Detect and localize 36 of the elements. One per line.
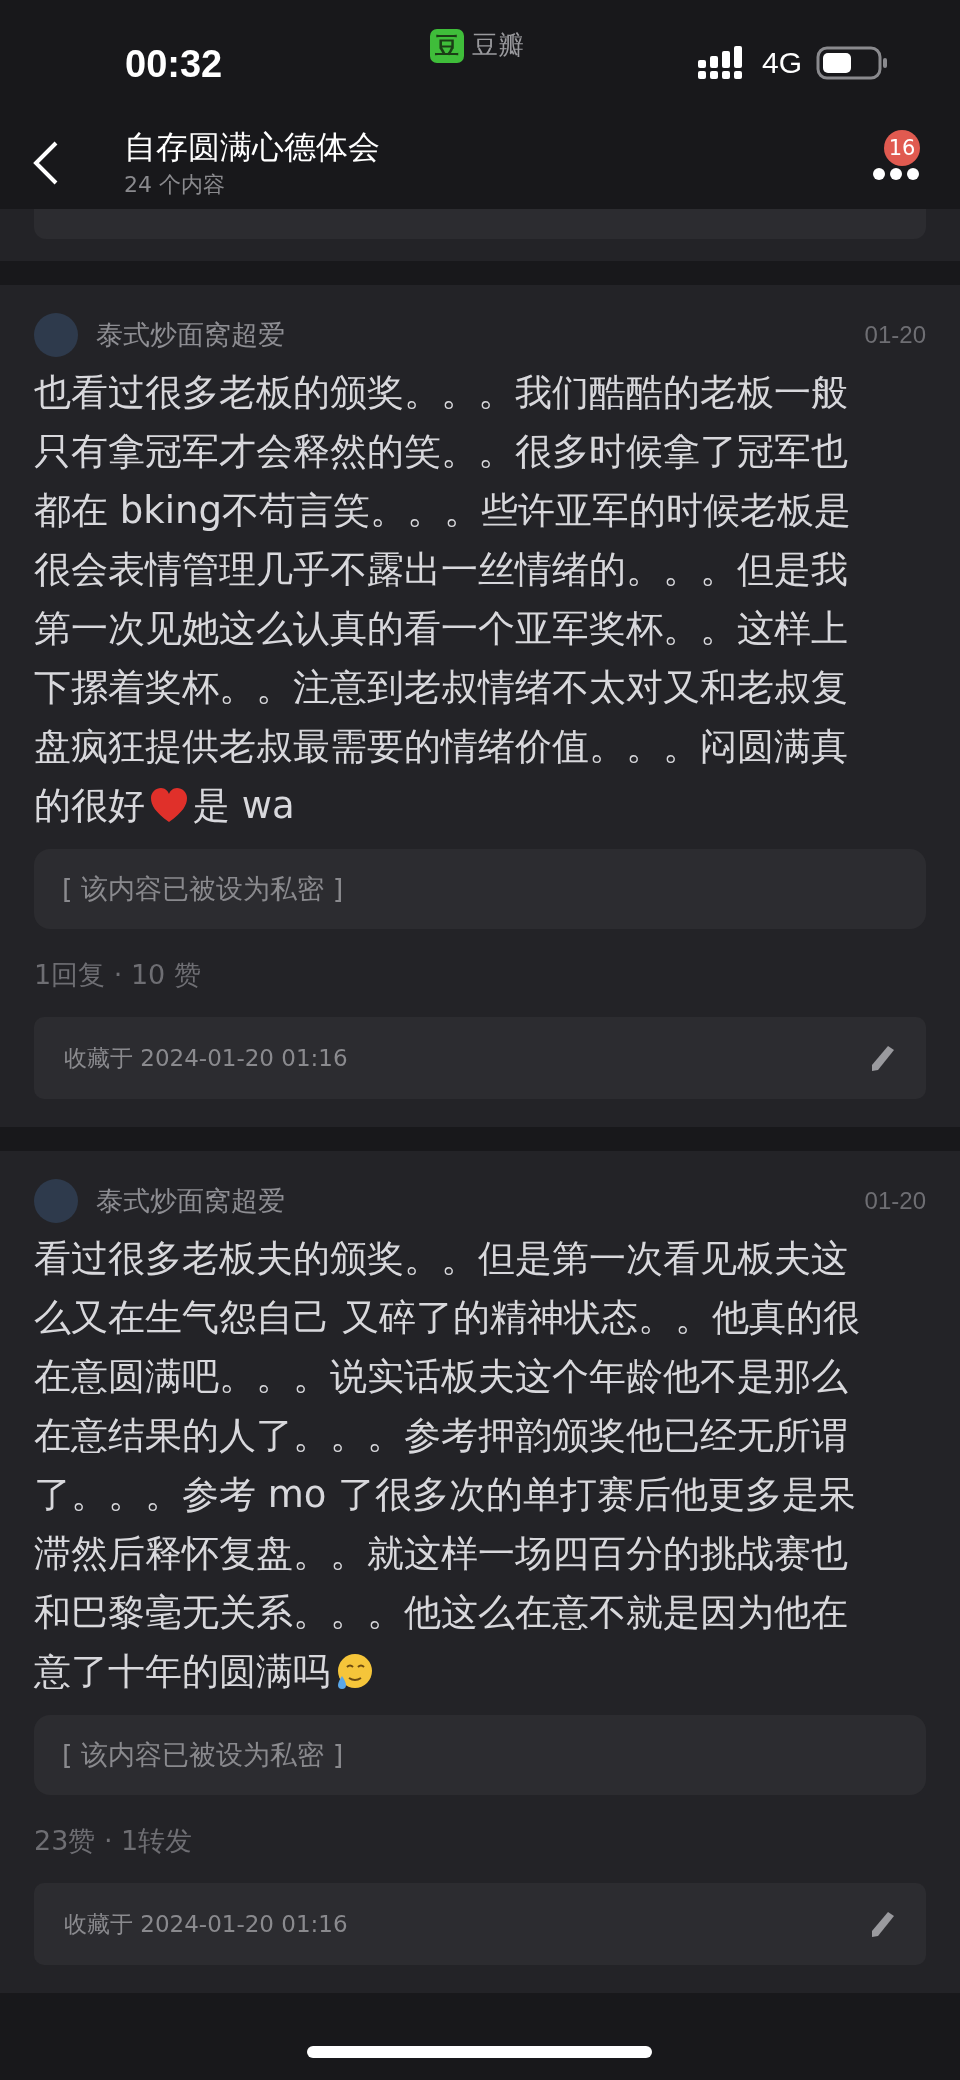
- post-text: 么又在生气怨自己 又碎了的精神状态。。他真的很: [34, 1295, 860, 1341]
- battery-icon: [816, 46, 888, 80]
- post-text: 盘疯狂提供老叔最需要的情绪价值。。。闷圆满真: [34, 724, 848, 770]
- author-name[interactable]: 泰式炒面窝超爱: [96, 317, 285, 353]
- post-text: 看过很多老板夫的颁奖。。但是第一次看见板夫这: [34, 1236, 848, 1282]
- post-text: 也看过很多老板的颁奖。。。我们酷酷的老板一般: [34, 370, 848, 416]
- post-text: 只有拿冠军才会释然的笑。。很多时候拿了冠军也: [34, 429, 848, 475]
- app-name[interactable]: 豆瓣: [472, 28, 524, 63]
- private-notice: [ 该内容已被设为私密 ]: [34, 1715, 926, 1795]
- post-text: 是 wa: [193, 783, 295, 829]
- post-text: 的很好: [34, 783, 145, 829]
- notification-badge: 16: [884, 130, 920, 166]
- post-stats: 23赞 · 1转发: [34, 1824, 193, 1858]
- post-text: 了。。。参考 mo 了很多次的单打赛后他更多是呆: [34, 1472, 857, 1518]
- post-text: 滞然后释怀复盘。。就这样一场四百分的挑战赛也: [34, 1531, 848, 1577]
- collected-time: 收藏于 2024-01-20 01:16: [64, 1909, 348, 1939]
- app-icon[interactable]: 豆: [430, 28, 464, 63]
- post-text: 在意结果的人了。。。参考押韵颁奖他已经无所谓: [34, 1413, 848, 1459]
- post-date: 01-20: [864, 321, 926, 349]
- post-text: 都在 bking不苟言笑。。。些许亚军的时候老板是: [34, 488, 851, 534]
- post-text: 很会表情管理几乎不露出一丝情绪的。。。但是我: [34, 547, 848, 593]
- network-type: 4G: [761, 46, 802, 80]
- post-text: 和巴黎毫无关系。。。他这么在意不就是因为他在: [34, 1590, 848, 1636]
- clock-time: 00:32: [125, 41, 223, 86]
- private-notice: [ 该内容已被设为私密 ]: [34, 849, 926, 929]
- post-text: 下摞着奖杯。。注意到老叔情绪不太对又和老叔复: [34, 665, 848, 711]
- item-count: 24 个内容: [124, 170, 226, 199]
- author-name[interactable]: 泰式炒面窝超爱: [96, 1183, 285, 1219]
- page-title: 自存圆满心德体会: [124, 126, 380, 168]
- more-icon[interactable]: [872, 166, 920, 181]
- collected-time: 收藏于 2024-01-20 01:16: [64, 1043, 348, 1073]
- post-date: 01-20: [864, 1187, 926, 1215]
- post-text: 意了十年的圆满吗: [34, 1649, 330, 1695]
- post-text: 在意圆满吧。。。说实话板夫这个年龄他不是那么: [34, 1354, 848, 1400]
- post-text: 第一次见她这么认真的看一个亚军奖杯。。这样上: [34, 606, 848, 652]
- post-stats: 1回复 · 10 赞: [34, 958, 201, 992]
